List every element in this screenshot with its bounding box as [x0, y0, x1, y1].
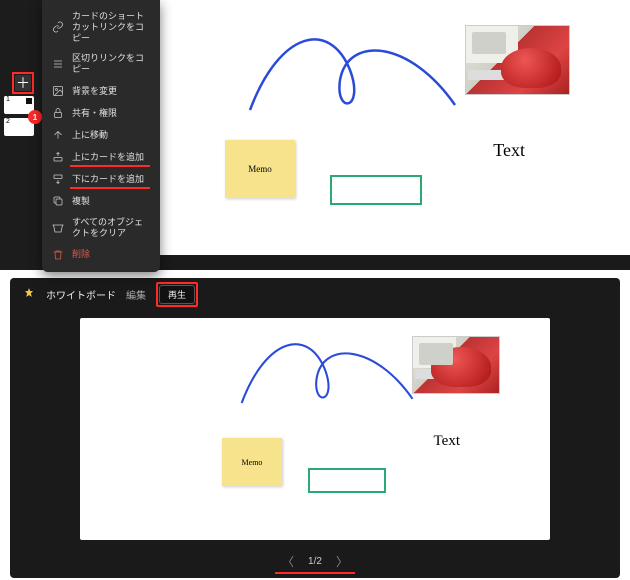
card-rail: ＋ 1 1 2 [0, 0, 42, 270]
pager-next[interactable]: 〉 [336, 553, 348, 570]
image-object [412, 336, 500, 394]
highlight-add-card: ＋ [12, 72, 34, 94]
menu-label: 削除 [72, 249, 90, 260]
link-icon [52, 21, 64, 33]
rectangle-shape [308, 468, 386, 493]
menu-label: 区切りリンクをコピー [72, 53, 150, 75]
menu-label: 下にカードを追加 [72, 174, 144, 185]
card-number: 2 [4, 118, 12, 125]
top-panel: ＋ 1 1 2 Memo Text カードのショートカットリンクをコピー 区切り… [0, 0, 630, 270]
highlight-underline [275, 572, 355, 574]
clear-icon [52, 222, 64, 234]
sticky-note[interactable]: Memo [225, 140, 295, 198]
menu-change-background[interactable]: 背景を変更 [42, 80, 160, 102]
text-object: Text [434, 433, 460, 450]
card-number: 1 [4, 96, 12, 103]
menu-label: すべてのオブジェクトをクリア [72, 217, 150, 239]
lock-icon [52, 107, 64, 119]
callout-badge: 1 [28, 110, 42, 124]
highlight-play-button: 再生 [156, 282, 198, 307]
pin-icon [26, 98, 32, 104]
add-above-icon [52, 151, 64, 163]
card-context-menu: カードのショートカットリンクをコピー 区切りリンクをコピー 背景を変更 共有・権… [42, 0, 160, 272]
menu-copy-delimiter-link[interactable]: 区切りリンクをコピー [42, 48, 160, 80]
menu-delete[interactable]: 削除 [42, 244, 160, 266]
menu-add-card-above[interactable]: 上にカードを追加 [42, 146, 160, 168]
pager-prev[interactable]: 〈 [282, 553, 294, 570]
whiteboard-title: ホワイトボード [46, 287, 116, 302]
image-object[interactable] [465, 25, 570, 95]
image-icon [52, 85, 64, 97]
presentation-header: ホワイトボード 編集 再生 [10, 278, 620, 310]
separator-icon [52, 58, 64, 70]
menu-label: 上にカードを追加 [72, 152, 144, 163]
menu-label: 背景を変更 [72, 86, 117, 97]
menu-move-up[interactable]: 上に移動 [42, 124, 160, 146]
freehand-stroke [230, 328, 420, 428]
menu-label: 複製 [72, 196, 90, 207]
menu-label: 上に移動 [72, 130, 108, 141]
menu-copy-shortcut-link[interactable]: カードのショートカットリンクをコピー [42, 6, 160, 48]
arrow-up-icon [52, 129, 64, 141]
presentation-canvas: Memo Text [80, 318, 550, 540]
presentation-panel: ホワイトボード 編集 再生 Memo Text 〈 1/2 〉 [10, 278, 620, 578]
rectangle-shape[interactable] [330, 175, 422, 205]
duplicate-icon [52, 195, 64, 207]
add-card-button[interactable]: ＋ [15, 75, 31, 91]
play-button[interactable]: 再生 [159, 285, 195, 304]
freehand-stroke [240, 20, 460, 140]
add-below-icon [52, 173, 64, 185]
pager-label: 1/2 [308, 556, 322, 567]
menu-share-permissions[interactable]: 共有・権限 [42, 102, 160, 124]
mode-label[interactable]: 編集 [126, 287, 146, 302]
text-object[interactable]: Text [493, 140, 525, 161]
menu-add-card-below[interactable]: 下にカードを追加 [42, 168, 160, 190]
highlight-underline [70, 165, 150, 167]
trash-icon [52, 249, 64, 261]
whiteboard-icon [22, 287, 36, 301]
pager: 〈 1/2 〉 [282, 553, 348, 570]
sticky-text: Memo [248, 164, 272, 174]
highlight-underline [70, 187, 150, 189]
sticky-note: Memo [222, 438, 282, 486]
menu-label: カードのショートカットリンクをコピー [72, 11, 150, 43]
menu-duplicate[interactable]: 複製 [42, 190, 160, 212]
sticky-text: Memo [242, 458, 263, 467]
menu-clear-all-objects[interactable]: すべてのオブジェクトをクリア [42, 212, 160, 244]
pager-total: 2 [316, 556, 322, 567]
menu-label: 共有・権限 [72, 108, 117, 119]
